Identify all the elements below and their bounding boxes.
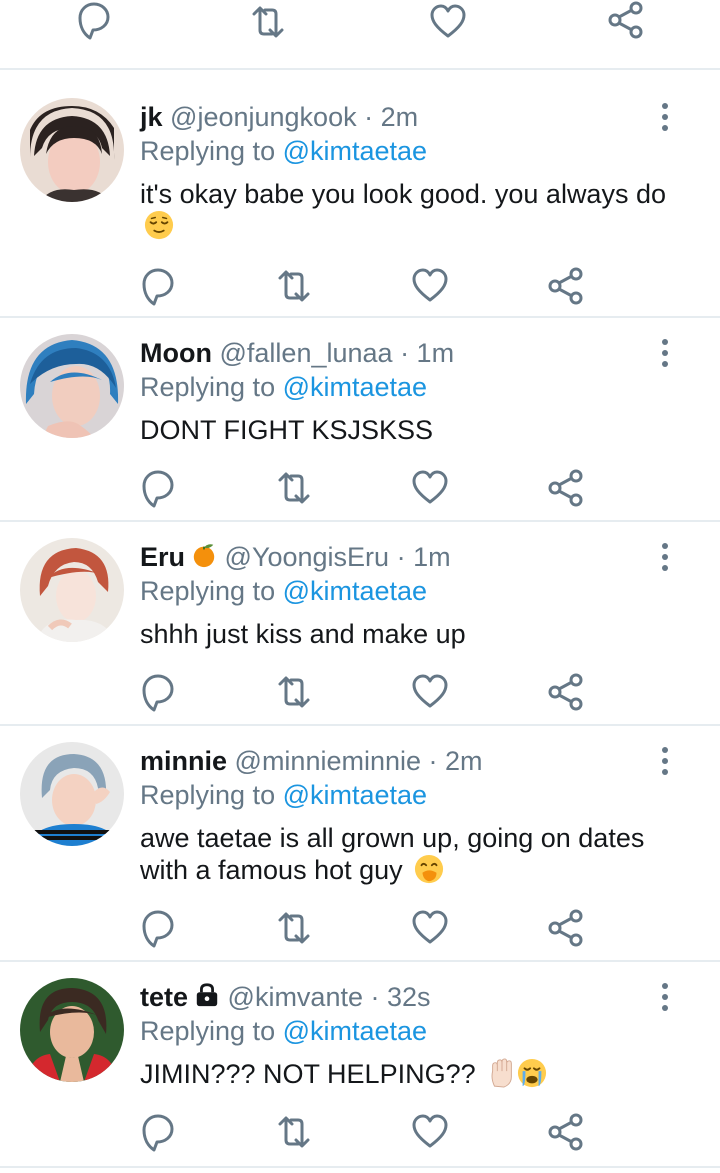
mention-link[interactable]: @kimtaetae: [283, 1016, 427, 1046]
mention-link[interactable]: @kimtaetae: [283, 372, 427, 402]
avatar[interactable]: [20, 98, 124, 202]
retweet-icon[interactable]: [248, 2, 288, 42]
replying-to: Replying to @kimtaetae: [140, 370, 427, 404]
share-icon[interactable]: [546, 672, 586, 712]
tweet-text: awe taetae is all grown up, going on dat…: [140, 822, 680, 886]
tangerine-emoji: [193, 544, 215, 568]
more-options-icon[interactable]: [650, 100, 680, 134]
retweet-icon[interactable]: [274, 266, 314, 306]
tweet-text: JIMIN??? NOT HELPING??: [140, 1058, 680, 1090]
reply-icon[interactable]: [138, 468, 178, 508]
avatar[interactable]: [20, 978, 124, 1082]
tweet-text: DONT FIGHT KSJSKSS: [140, 414, 680, 446]
like-icon[interactable]: [410, 908, 450, 948]
mention-link[interactable]: @kimtaetae: [283, 136, 427, 166]
share-icon[interactable]: [546, 468, 586, 508]
user-handle[interactable]: @kimvante: [228, 982, 363, 1012]
tweet-reply[interactable]: jk @jeonjungkook · 2m Replying to @kimta…: [0, 70, 720, 318]
mention-link[interactable]: @kimtaetae: [283, 576, 427, 606]
display-name[interactable]: Eru: [140, 542, 185, 572]
share-icon[interactable]: [606, 0, 646, 40]
like-icon[interactable]: [428, 2, 468, 42]
relieved-face-emoji: [144, 210, 174, 240]
retweet-icon[interactable]: [274, 672, 314, 712]
replying-to: Replying to @kimtaetae: [140, 778, 427, 812]
timestamp[interactable]: · 32s: [371, 982, 431, 1012]
tweet-text-content: it's okay babe you look good. you always…: [140, 179, 666, 209]
hand-over-mouth-emoji: [415, 854, 444, 884]
reply-thread: jk @jeonjungkook · 2m Replying to @kimta…: [0, 0, 720, 1173]
reply-icon[interactable]: [138, 908, 178, 948]
replying-to: Replying to @kimtaetae: [140, 134, 427, 168]
display-name[interactable]: tete: [140, 982, 188, 1012]
timestamp[interactable]: · 1m: [397, 542, 451, 572]
more-options-icon[interactable]: [650, 336, 680, 370]
like-icon[interactable]: [410, 672, 450, 712]
tweet-reply[interactable]: Moon @fallen_lunaa · 1m Replying to @kim…: [0, 318, 720, 522]
more-options-icon[interactable]: [650, 980, 680, 1014]
display-name[interactable]: Moon: [140, 338, 212, 368]
timestamp[interactable]: · 2m: [364, 102, 418, 132]
timestamp[interactable]: · 1m: [400, 338, 454, 368]
user-handle[interactable]: @minnieminnie: [235, 746, 421, 776]
tweet-text-content: JIMIN??? NOT HELPING??: [140, 1059, 476, 1089]
user-handle[interactable]: @YoongisEru: [225, 542, 390, 572]
display-name[interactable]: minnie: [140, 746, 227, 776]
lock-icon: [196, 983, 218, 1007]
user-handle[interactable]: @jeonjungkook: [170, 102, 357, 132]
replying-to: Replying to @kimtaetae: [140, 574, 427, 608]
previous-tweet-actions: [0, 0, 720, 70]
more-options-icon[interactable]: [650, 744, 680, 778]
tweet-text: shhh just kiss and make up: [140, 618, 680, 650]
replying-to-prefix: Replying to: [140, 780, 283, 810]
tweet-reply[interactable]: minnie @minnieminnie · 2m Replying to @k…: [0, 726, 720, 962]
tweet-reply[interactable]: tete @kimvante · 32s Replying to @kimtae…: [0, 962, 720, 1168]
share-icon[interactable]: [546, 908, 586, 948]
tweet-reply[interactable]: Eru @YoongisEru · 1m Replying to @kimtae…: [0, 522, 720, 726]
tweet-text-content: shhh just kiss and make up: [140, 619, 466, 649]
reply-icon[interactable]: [138, 266, 178, 306]
replying-to-prefix: Replying to: [140, 1016, 283, 1046]
mention-link[interactable]: @kimtaetae: [283, 780, 427, 810]
retweet-icon[interactable]: [274, 1112, 314, 1152]
like-icon[interactable]: [410, 468, 450, 508]
crying-face-emoji: [518, 1058, 547, 1088]
avatar[interactable]: [20, 334, 124, 438]
like-icon[interactable]: [410, 266, 450, 306]
reply-icon[interactable]: [138, 1112, 178, 1152]
tweet-text-content: DONT FIGHT KSJSKSS: [140, 415, 434, 445]
reply-icon[interactable]: [74, 0, 114, 40]
tweet-text: it's okay babe you look good. you always…: [140, 178, 680, 242]
share-icon[interactable]: [546, 266, 586, 306]
like-icon[interactable]: [410, 1112, 450, 1152]
replying-to-prefix: Replying to: [140, 372, 283, 402]
raised-hand-emoji: [491, 1058, 512, 1088]
replying-to-prefix: Replying to: [140, 576, 283, 606]
avatar[interactable]: [20, 538, 124, 642]
user-handle[interactable]: @fallen_lunaa: [220, 338, 393, 368]
display-name[interactable]: jk: [140, 102, 163, 132]
reply-icon[interactable]: [138, 672, 178, 712]
retweet-icon[interactable]: [274, 468, 314, 508]
replying-to: Replying to @kimtaetae: [140, 1014, 427, 1048]
replying-to-prefix: Replying to: [140, 136, 283, 166]
share-icon[interactable]: [546, 1112, 586, 1152]
retweet-icon[interactable]: [274, 908, 314, 948]
timestamp[interactable]: · 2m: [429, 746, 483, 776]
tweet-text-content: awe taetae is all grown up, going on dat…: [140, 823, 645, 885]
more-options-icon[interactable]: [650, 540, 680, 574]
avatar[interactable]: [20, 742, 124, 846]
